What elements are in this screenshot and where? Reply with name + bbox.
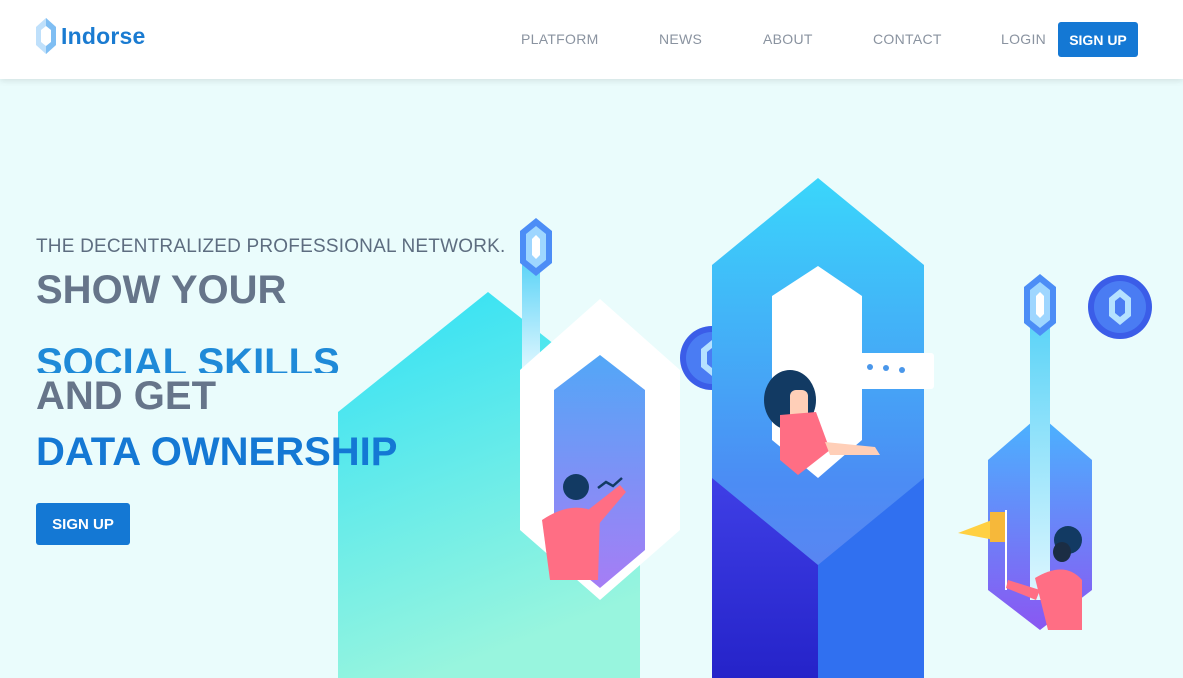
hero-heading-line-2: SOCIAL SKILLS bbox=[36, 341, 340, 373]
nav-platform[interactable]: PLATFORM bbox=[521, 31, 599, 47]
hero-signup-button[interactable]: SIGN UP bbox=[36, 503, 130, 545]
nav-about[interactable]: ABOUT bbox=[763, 31, 813, 47]
nav-contact[interactable]: CONTACT bbox=[873, 31, 942, 47]
hero-heading-line-4: DATA OWNERSHIP bbox=[36, 430, 398, 474]
brand-name: Indorse bbox=[61, 22, 146, 49]
indorse-hexagon-icon bbox=[36, 18, 56, 54]
nav-news[interactable]: NEWS bbox=[659, 31, 702, 47]
hero-subtitle: THE DECENTRALIZED PROFESSIONAL NETWORK. bbox=[36, 236, 506, 257]
nav-signup-button[interactable]: SIGN UP bbox=[1058, 22, 1138, 57]
brand-logo[interactable]: Indorse bbox=[35, 17, 145, 55]
top-navbar: Indorse PLATFORM NEWS ABOUT CONTACT LOGI… bbox=[0, 0, 1183, 79]
nav-login[interactable]: LOGIN bbox=[1001, 31, 1046, 47]
hero-heading-line-1: SHOW YOUR bbox=[36, 268, 287, 312]
hero-heading-line-3: AND GET bbox=[36, 374, 216, 418]
